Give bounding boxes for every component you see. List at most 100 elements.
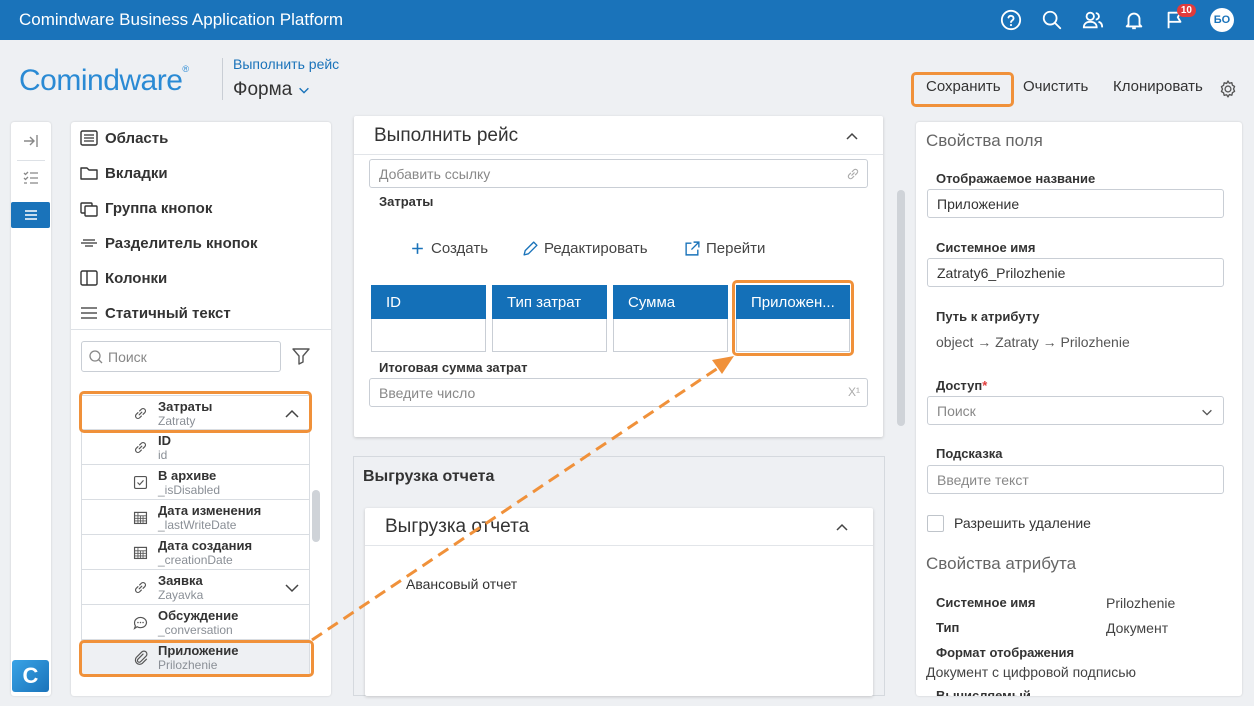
form-selector[interactable]: Форма [233, 79, 311, 101]
allow-delete-label: Разрешить удаление [954, 515, 1091, 531]
area-title: Выгрузка отчета [385, 516, 530, 537]
canvas-scrollbar[interactable] [897, 190, 905, 426]
chevron-up-icon[interactable] [844, 128, 860, 144]
collapse-icon [24, 135, 38, 147]
attr-type-label: Тип [936, 620, 960, 635]
elements-button[interactable] [11, 200, 50, 230]
tree-item-zayavka[interactable]: Заявка Zayavka [81, 570, 310, 605]
system-name-label: Системное имя [936, 240, 1036, 255]
page-header: Comindware® Выполнить рейс Форма Сохрани… [0, 40, 1254, 115]
total-number-input[interactable]: Введите число X¹ [369, 378, 868, 407]
column-header-type[interactable]: Тип затрат [492, 285, 607, 319]
checklist-icon [23, 171, 38, 184]
folder-icon [80, 167, 98, 180]
attachment-column-highlight [732, 280, 854, 356]
palette-item-button-divider[interactable]: Разделитель кнопок [79, 231, 257, 255]
chevron-up-icon[interactable] [834, 519, 850, 535]
palette-scrollbar[interactable] [312, 490, 320, 542]
filter-icon[interactable] [291, 346, 311, 366]
attr-type-value: Документ [1106, 620, 1169, 636]
comindware-logo: Comindware® [19, 64, 189, 97]
clone-button[interactable]: Клонировать [1113, 78, 1203, 95]
palette-divider [71, 329, 331, 330]
app-logo-icon[interactable]: C [12, 660, 49, 692]
chevron-down-icon[interactable] [283, 579, 301, 597]
add-link-input[interactable]: Добавить ссылку [369, 159, 868, 188]
flag-icon[interactable]: 10 [1164, 4, 1196, 31]
avatar[interactable]: БО [1210, 8, 1234, 32]
tree-item-id[interactable]: ID id [81, 430, 310, 465]
access-select[interactable]: Поиск [927, 396, 1224, 425]
pencil-icon [523, 241, 538, 256]
page-title: Форма [233, 79, 293, 100]
table-cell [613, 319, 728, 352]
search-icon[interactable] [1041, 9, 1063, 31]
hint-label: Подсказка [936, 446, 1003, 461]
attr-sysname-label: Системное имя [936, 595, 1036, 610]
left-rail [11, 122, 51, 696]
area-title: Выполнить рейс [374, 125, 519, 146]
form-area-vypolnit-reis[interactable]: Выполнить рейс Добавить ссылку Затраты С… [354, 116, 883, 437]
save-highlight [911, 72, 1014, 107]
palette-item-button-group[interactable]: Группа кнопок [79, 196, 212, 220]
palette-item-columns[interactable]: Колонки [79, 266, 167, 290]
checklist-button[interactable] [11, 163, 51, 193]
calendar-icon [133, 546, 148, 560]
display-name-label: Отображаемое название [936, 171, 1096, 186]
access-label: Доступ* [936, 378, 988, 393]
system-name-input[interactable]: Zatraty6_Prilozhenie [927, 258, 1224, 287]
chevron-down-icon [299, 87, 310, 94]
column-header-id[interactable]: ID [371, 285, 486, 319]
prilozhenie-highlight [79, 640, 314, 677]
help-icon[interactable] [1000, 9, 1022, 31]
palette-search-input[interactable]: Поиск [81, 341, 281, 372]
allow-delete-checkbox[interactable] [927, 515, 944, 532]
palette-item-tabs[interactable]: Вкладки [79, 161, 168, 185]
columns-icon [80, 270, 98, 286]
attr-format-value: Документ с цифровой подписью [926, 664, 1137, 680]
gear-icon[interactable] [1218, 79, 1238, 99]
number-type-icon: X¹ [848, 385, 860, 399]
button-group-icon [80, 202, 98, 217]
form-area-vygruzka[interactable]: Выгрузка отчета Авансовый отчет [365, 508, 873, 696]
bell-icon[interactable] [1123, 9, 1145, 31]
create-button[interactable]: Создать [409, 240, 488, 257]
attr-calc-label: Вычисляемый [936, 688, 1031, 696]
divider-icon [81, 239, 97, 247]
app-title: Comindware Business Application Platform [19, 10, 344, 29]
link-icon [847, 168, 859, 180]
attr-sysname-value: Prilozhenie [1106, 595, 1176, 611]
top-bar: Comindware Business Application Platform… [0, 0, 1254, 40]
calendar-icon [133, 511, 148, 525]
column-header-sum[interactable]: Сумма [613, 285, 728, 319]
chevron-down-icon [1202, 409, 1212, 416]
tree-item-creation-date[interactable]: Дата создания _creationDate [81, 535, 310, 570]
collapse-button[interactable] [11, 126, 51, 156]
notification-badge: 10 [1176, 4, 1196, 17]
tree-item-last-write-date[interactable]: Дата изменения _lastWriteDate [81, 500, 310, 535]
clear-button[interactable]: Очистить [1023, 78, 1088, 95]
link-icon [135, 442, 146, 453]
tree-item-is-disabled[interactable]: В архиве _isDisabled [81, 465, 310, 500]
table-label: Затраты [379, 194, 434, 209]
list-icon [24, 210, 37, 220]
tree-item-conversation[interactable]: Обсуждение _conversation [81, 605, 310, 640]
attribute-properties-title: Свойства атрибута [926, 554, 1077, 573]
display-name-input[interactable]: Приложение [927, 189, 1224, 218]
palette-item-static-text[interactable]: Статичный текст [79, 301, 231, 325]
comment-icon [133, 616, 147, 630]
hint-input[interactable]: Введите текст [927, 465, 1224, 494]
top-bar-icons: 10 БО [981, 0, 1254, 40]
users-icon[interactable] [1082, 9, 1104, 31]
table-cell [371, 319, 486, 352]
header-divider [222, 58, 223, 100]
attr-format-label: Формат отображения [936, 645, 1075, 660]
field-properties-title: Свойства поля [926, 131, 1043, 150]
area-icon [80, 130, 98, 146]
edit-button[interactable]: Редактировать [522, 240, 648, 257]
breadcrumb[interactable]: Выполнить рейс [233, 56, 339, 72]
palette-item-area[interactable]: Область [79, 126, 168, 150]
link-icon [135, 582, 146, 593]
go-to-button[interactable]: Перейти [684, 240, 765, 257]
properties-panel: Свойства поля Отображаемое название Прил… [916, 122, 1242, 696]
